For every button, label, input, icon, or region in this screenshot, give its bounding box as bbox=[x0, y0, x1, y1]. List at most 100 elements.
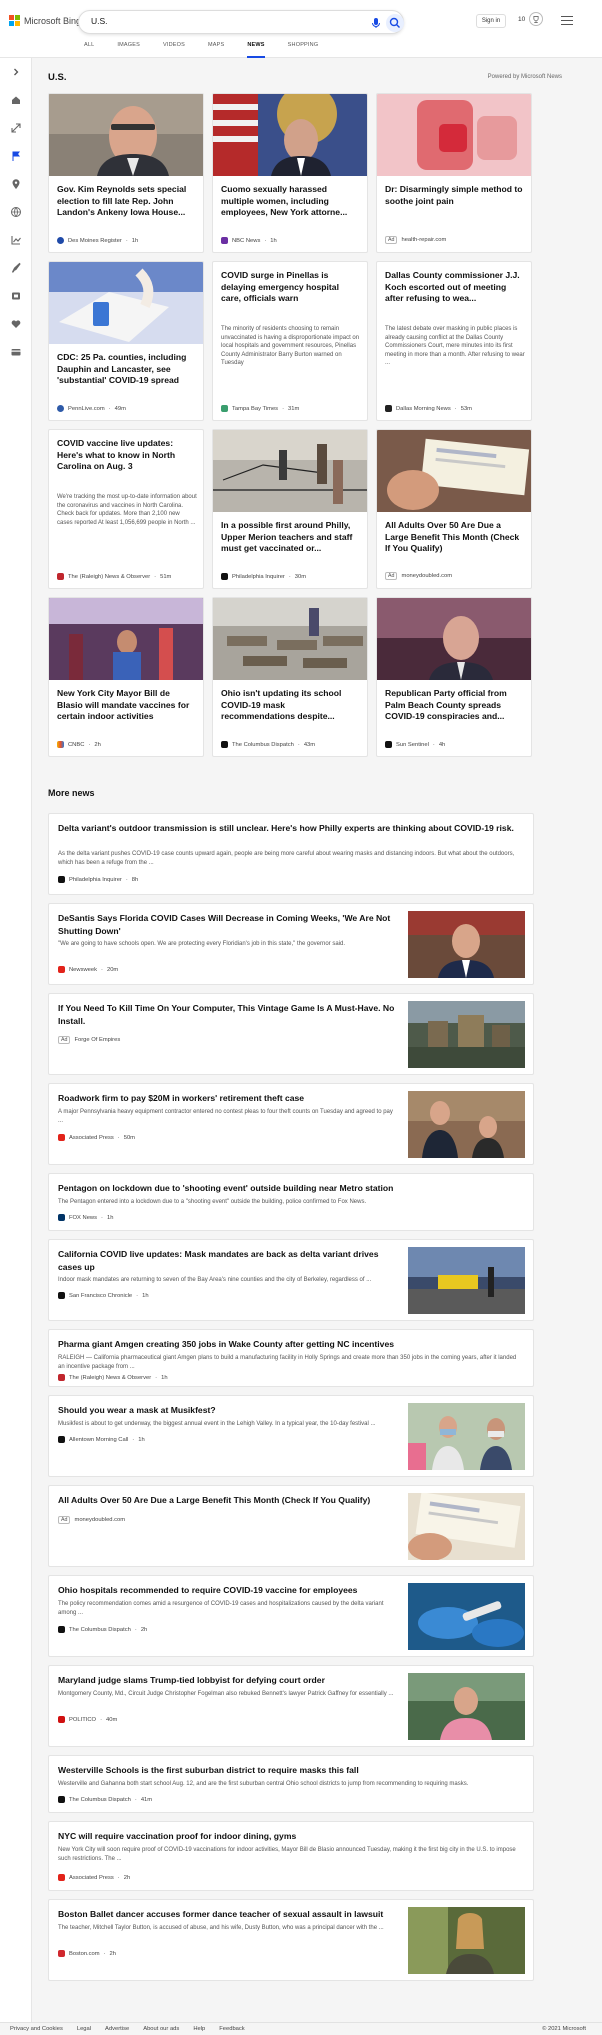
news-list-item[interactable]: Ohio hospitals recommended to require CO… bbox=[48, 1575, 534, 1657]
news-card[interactable]: Gov. Kim Reynolds sets special election … bbox=[48, 93, 204, 253]
footer-link-feedback[interactable]: Feedback bbox=[219, 2026, 244, 2032]
news-card[interactable]: In a possible first around Philly, Upper… bbox=[212, 429, 368, 589]
news-source: The Columbus Dispatch bbox=[69, 1626, 131, 1633]
home-icon[interactable] bbox=[10, 94, 22, 106]
film-icon[interactable] bbox=[10, 290, 22, 302]
news-card[interactable]: Dr: Disarmingly simple method to soothe … bbox=[376, 93, 532, 253]
flag-icon[interactable] bbox=[10, 150, 22, 162]
card-source: The Columbus Dispatch bbox=[232, 741, 294, 748]
news-card[interactable]: Cuomo sexually harassed multiple women, … bbox=[212, 93, 368, 253]
card-title: In a possible first around Philly, Upper… bbox=[221, 520, 353, 553]
news-card[interactable]: CDC: 25 Pa. counties, including Dauphin … bbox=[48, 261, 204, 421]
news-list-item[interactable]: All Adults Over 50 Are Due a Large Benef… bbox=[48, 1485, 534, 1567]
tab-news[interactable]: NEWS bbox=[247, 42, 265, 58]
news-card[interactable]: Republican Party official from Palm Beac… bbox=[376, 597, 532, 757]
news-list-item[interactable]: Roadwork firm to pay $20M in workers' re… bbox=[48, 1083, 534, 1165]
news-title: Should you wear a mask at Musikfest? bbox=[58, 1405, 216, 1415]
source-logo-icon bbox=[221, 405, 228, 412]
news-title: All Adults Over 50 Are Due a Large Benef… bbox=[58, 1495, 371, 1505]
card-source: moneydoubled.com bbox=[401, 573, 453, 579]
card-icon[interactable] bbox=[10, 346, 22, 358]
news-card[interactable]: New York City Mayor Bill de Blasio will … bbox=[48, 597, 204, 757]
news-time: 20m bbox=[106, 966, 119, 973]
sign-in-button[interactable]: Sign in bbox=[476, 14, 506, 28]
news-title: Ohio hospitals recommended to require CO… bbox=[58, 1585, 358, 1595]
ad-badge: Ad bbox=[58, 1516, 71, 1524]
card-image bbox=[213, 598, 367, 680]
news-snippet: "We are going to have schools open. We a… bbox=[58, 941, 346, 947]
news-list-item[interactable]: Westerville Schools is the first suburba… bbox=[48, 1755, 534, 1813]
news-list-item[interactable]: Maryland judge slams Trump-tied lobbyist… bbox=[48, 1665, 534, 1747]
news-list-item[interactable]: Pentagon on lockdown due to 'shooting ev… bbox=[48, 1173, 534, 1231]
source-logo-icon bbox=[58, 1950, 65, 1957]
menu-icon[interactable] bbox=[561, 16, 573, 25]
news-snippet: Indoor mask mandates are returning to se… bbox=[58, 1277, 372, 1283]
news-card[interactable]: All Adults Over 50 Are Due a Large Benef… bbox=[376, 429, 532, 589]
news-list-item[interactable]: DeSantis Says Florida COVID Cases Will D… bbox=[48, 903, 534, 985]
rocket-icon[interactable] bbox=[10, 262, 22, 274]
location-pin-icon[interactable] bbox=[10, 178, 22, 190]
logo-text: Microsoft Bing bbox=[24, 15, 82, 26]
footer-link-help[interactable]: Help bbox=[193, 2026, 205, 2032]
source-logo-icon bbox=[58, 966, 65, 973]
news-list-item[interactable]: NYC will require vaccination proof for i… bbox=[48, 1821, 534, 1891]
news-card[interactable]: Dallas County commissioner J.J. Koch esc… bbox=[376, 261, 532, 421]
card-time: 2h bbox=[94, 741, 101, 748]
card-time: 30m bbox=[294, 573, 307, 580]
globe-icon[interactable] bbox=[10, 206, 22, 218]
news-list-item[interactable]: Pharma giant Amgen creating 350 jobs in … bbox=[48, 1329, 534, 1387]
news-list-item[interactable]: Boston Ballet dancer accuses former danc… bbox=[48, 1899, 534, 1981]
news-time: 1h bbox=[138, 1436, 145, 1443]
bing-logo[interactable]: Microsoft Bing bbox=[9, 15, 81, 26]
chevron-right-icon[interactable] bbox=[10, 66, 22, 78]
microphone-icon[interactable] bbox=[369, 16, 383, 30]
footer-link-about-ads[interactable]: About our ads bbox=[143, 2026, 179, 2032]
news-time: 8h bbox=[131, 876, 139, 883]
news-thumbnail bbox=[408, 911, 525, 978]
rewards-trophy-icon[interactable] bbox=[529, 12, 543, 26]
tab-images[interactable]: IMAGES bbox=[117, 42, 140, 58]
news-source: The (Raleigh) News & Observer bbox=[69, 1374, 152, 1381]
tab-all[interactable]: ALL bbox=[84, 42, 94, 58]
news-card[interactable]: COVID surge in Pinellas is delaying emer… bbox=[212, 261, 368, 421]
card-title: Ohio isn't updating its school COVID-19 … bbox=[221, 688, 342, 721]
card-title: Dr: Disarmingly simple method to soothe … bbox=[385, 184, 523, 206]
footer-link-legal[interactable]: Legal bbox=[77, 2026, 91, 2032]
news-list-item[interactable]: California COVID live updates: Mask mand… bbox=[48, 1239, 534, 1321]
search-box[interactable]: U.S. bbox=[78, 10, 404, 34]
card-image bbox=[49, 262, 203, 344]
news-card[interactable]: COVID vaccine live updates: Here's what … bbox=[48, 429, 204, 589]
news-list-item[interactable]: Should you wear a mask at Musikfest? Mus… bbox=[48, 1395, 534, 1477]
card-image bbox=[49, 94, 203, 176]
tab-shopping[interactable]: SHOPPING bbox=[288, 42, 319, 58]
card-source: CNBC bbox=[68, 741, 85, 748]
card-description: We're tracking the most up-to-date infor… bbox=[57, 494, 197, 526]
left-sidebar bbox=[0, 58, 32, 2035]
news-time: 40m bbox=[106, 1716, 118, 1723]
news-list-item[interactable]: Delta variant's outdoor transmission is … bbox=[48, 813, 534, 895]
card-title: COVID vaccine live updates: Here's what … bbox=[57, 438, 176, 471]
news-title: Westerville Schools is the first suburba… bbox=[58, 1765, 359, 1775]
search-icon[interactable] bbox=[386, 14, 404, 32]
source-logo-icon bbox=[58, 1716, 65, 1723]
footer-link-privacy[interactable]: Privacy and Cookies bbox=[10, 2026, 63, 2032]
rewards-points[interactable]: 10 bbox=[518, 16, 525, 23]
news-title: California COVID live updates: Mask mand… bbox=[58, 1249, 379, 1272]
heart-icon[interactable] bbox=[10, 318, 22, 330]
tab-videos[interactable]: VIDEOS bbox=[163, 42, 185, 58]
card-image bbox=[213, 430, 367, 512]
news-list-item[interactable]: If You Need To Kill Time On Your Compute… bbox=[48, 993, 534, 1075]
card-time: 1h bbox=[131, 237, 139, 244]
search-input[interactable]: U.S. bbox=[91, 16, 108, 26]
tab-maps[interactable]: MAPS bbox=[208, 42, 224, 58]
expand-icon[interactable] bbox=[10, 122, 22, 134]
card-time: 49m bbox=[114, 405, 126, 412]
card-image bbox=[377, 430, 531, 512]
footer-link-advertise[interactable]: Advertise bbox=[105, 2026, 129, 2032]
news-card[interactable]: Ohio isn't updating its school COVID-19 … bbox=[212, 597, 368, 757]
news-title: DeSantis Says Florida COVID Cases Will D… bbox=[58, 913, 391, 936]
ad-badge: Ad bbox=[385, 572, 398, 580]
chart-icon[interactable] bbox=[10, 234, 22, 246]
source-logo-icon bbox=[57, 237, 64, 244]
card-image bbox=[213, 94, 367, 176]
